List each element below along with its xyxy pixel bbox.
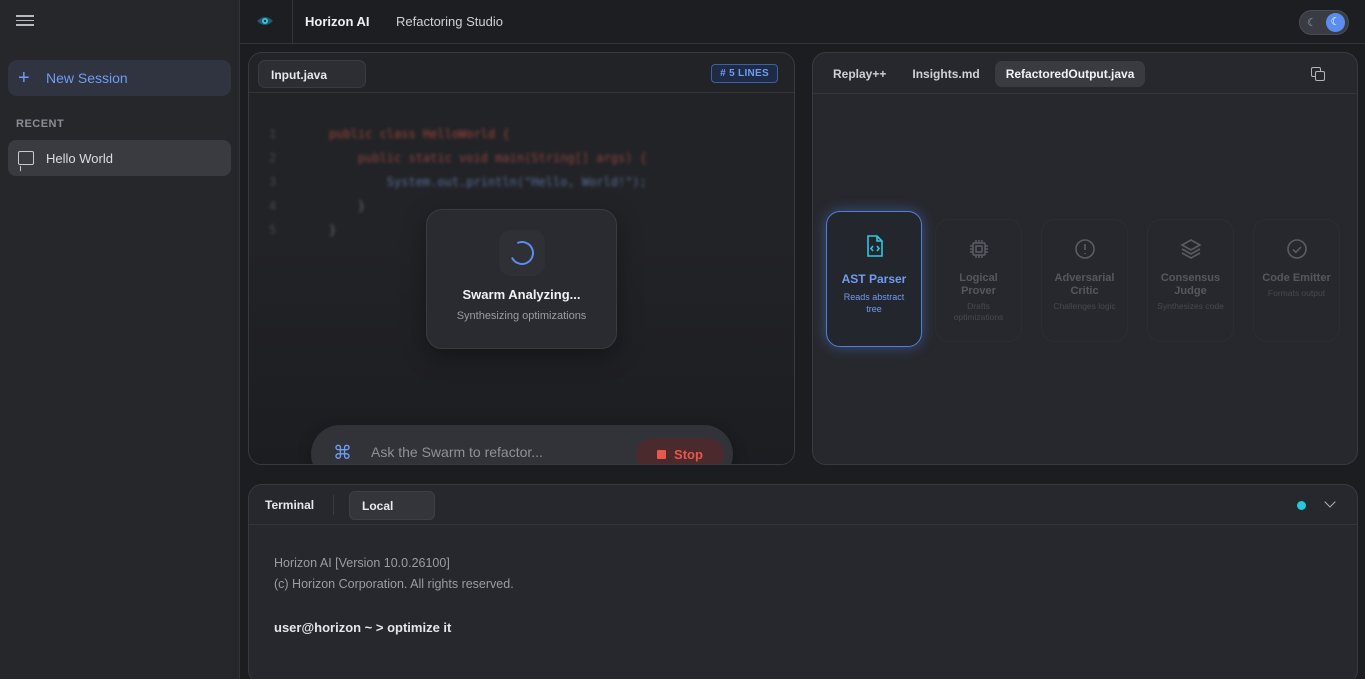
line-count-badge: # 5 LINES xyxy=(711,64,778,83)
status-subtitle: Synthesizing optimizations xyxy=(456,310,587,322)
check-circle-icon xyxy=(1286,239,1307,259)
loading-spinner-icon xyxy=(506,237,538,269)
copy-icon[interactable] xyxy=(1311,67,1325,81)
code-line: 3 System.out.println("Hello, World!"); xyxy=(269,170,647,194)
output-header-divider xyxy=(813,93,1357,94)
agent-name: Logical Prover xyxy=(959,272,998,297)
app-root: + New Session RECENT Hello World Horizon… xyxy=(0,0,1365,679)
line-number: 5 xyxy=(269,223,277,237)
prompt-bar: ⌘ Stop xyxy=(311,425,733,464)
alert-circle-icon xyxy=(1074,239,1095,259)
terminal-line: Horizon AI [Version 10.0.26100] xyxy=(274,556,450,570)
output-panel: Replay++ Insights.md RefactoredOutput.ja… xyxy=(812,52,1358,465)
chat-bubble-icon xyxy=(18,151,34,165)
recent-section-label: RECENT xyxy=(16,118,65,130)
app-subtitle: Refactoring Studio xyxy=(396,14,503,29)
refactor-prompt-input[interactable] xyxy=(371,444,631,460)
spinner-container xyxy=(499,230,545,276)
agent-adversarial-critic[interactable]: Adversarial Critic Challenges logic xyxy=(1041,219,1128,342)
agent-description: Synthesizes code xyxy=(1157,301,1224,311)
terminal-output: Horizon AI [Version 10.0.26100] (c) Hori… xyxy=(274,553,514,638)
code-line: 2 public static void main(String[] args)… xyxy=(269,146,647,170)
code-line: 1 public class HelloWorld { xyxy=(269,122,647,146)
code-editor: 1 public class HelloWorld { 2 public stat… xyxy=(249,94,794,464)
agent-name: AST Parser xyxy=(841,272,907,286)
agent-ast-parser[interactable]: AST Parser Reads abstract tree xyxy=(826,211,922,347)
stop-icon xyxy=(657,449,667,459)
analyzing-status-card: Swarm Analyzing... Synthesizing optimiza… xyxy=(426,209,617,349)
stop-label: Stop xyxy=(674,446,703,462)
session-item-hello-world[interactable]: Hello World xyxy=(8,140,231,176)
input-panel: Input.java # 5 LINES 1 public class Hello… xyxy=(248,52,795,465)
agent-logical-prover[interactable]: Logical Prover Drafts optimizations xyxy=(935,219,1022,342)
stop-button[interactable]: Stop xyxy=(636,438,724,464)
horizon-logo-icon xyxy=(257,17,273,25)
line-number: 2 xyxy=(269,151,277,165)
input-panel-header: Input.java # 5 LINES xyxy=(249,53,794,93)
session-item-label: Hello World xyxy=(46,150,113,166)
agent-name: Adversarial Critic xyxy=(1054,272,1115,297)
terminal-header-divider xyxy=(333,495,334,515)
app-title: Horizon AI xyxy=(305,14,370,29)
terminal-command: user@horizon ~ > optimize it xyxy=(274,620,452,635)
terminal-header: Terminal Local xyxy=(249,485,1357,525)
tab-local-terminal[interactable]: Local xyxy=(349,491,435,520)
agent-description: Reads abstract tree xyxy=(843,292,905,314)
agent-description: Drafts optimizations xyxy=(953,301,1004,322)
agent-name: Code Emitter xyxy=(1262,272,1331,284)
moon-outline-icon: ☾ xyxy=(1307,17,1317,29)
code-text: System.out.println("Hello, World!"); xyxy=(329,175,647,189)
cpu-icon xyxy=(969,240,988,258)
tab-replay[interactable]: Replay++ xyxy=(822,61,897,87)
agent-code-emitter[interactable]: Code Emitter Formats output xyxy=(1253,219,1340,342)
layers-icon xyxy=(1179,239,1202,259)
terminal-title: Terminal xyxy=(265,498,315,512)
theme-toggle[interactable]: ☾ ☾ xyxy=(1299,10,1349,35)
tab-refactored-output[interactable]: RefactoredOutput.java xyxy=(994,61,1146,87)
line-number: 4 xyxy=(269,199,277,213)
new-session-label: New Session xyxy=(46,70,128,86)
code-text: public class HelloWorld { xyxy=(329,127,510,141)
moon-icon: ☾ xyxy=(1326,13,1345,32)
tab-input-java[interactable]: Input.java xyxy=(258,60,366,88)
status-title: Swarm Analyzing... xyxy=(462,287,581,302)
code-text: } xyxy=(329,199,366,213)
agent-description: Formats output xyxy=(1267,288,1326,298)
new-session-button[interactable]: + New Session xyxy=(8,60,231,96)
tab-insights[interactable]: Insights.md xyxy=(901,61,990,87)
line-number: 1 xyxy=(269,127,277,141)
header: Horizon AI Refactoring Studio ☾ ☾ xyxy=(240,0,1365,44)
header-divider xyxy=(292,0,293,44)
output-tabs: Replay++ Insights.md RefactoredOutput.ja… xyxy=(822,61,1149,87)
agent-description: Challenges logic xyxy=(1053,301,1116,311)
plus-icon: + xyxy=(18,67,30,89)
terminal-line: (c) Horizon Corporation. All rights rese… xyxy=(274,577,514,591)
line-number: 3 xyxy=(269,175,277,189)
sidebar: + New Session RECENT Hello World xyxy=(0,0,240,679)
agent-consensus-judge[interactable]: Consensus Judge Synthesizes code xyxy=(1147,219,1234,342)
agent-name: Consensus Judge xyxy=(1160,272,1221,297)
terminal-panel: Terminal Local Horizon AI [Version 10.0.… xyxy=(248,484,1358,679)
hamburger-menu-icon[interactable] xyxy=(16,12,34,30)
connection-status-dot xyxy=(1297,501,1306,510)
chevron-down-icon[interactable] xyxy=(1323,496,1337,510)
file-code-icon xyxy=(867,235,883,257)
command-icon: ⌘ xyxy=(333,443,352,464)
code-text: } xyxy=(329,223,337,237)
code-text: public static void main(String[] args) { xyxy=(329,151,647,165)
